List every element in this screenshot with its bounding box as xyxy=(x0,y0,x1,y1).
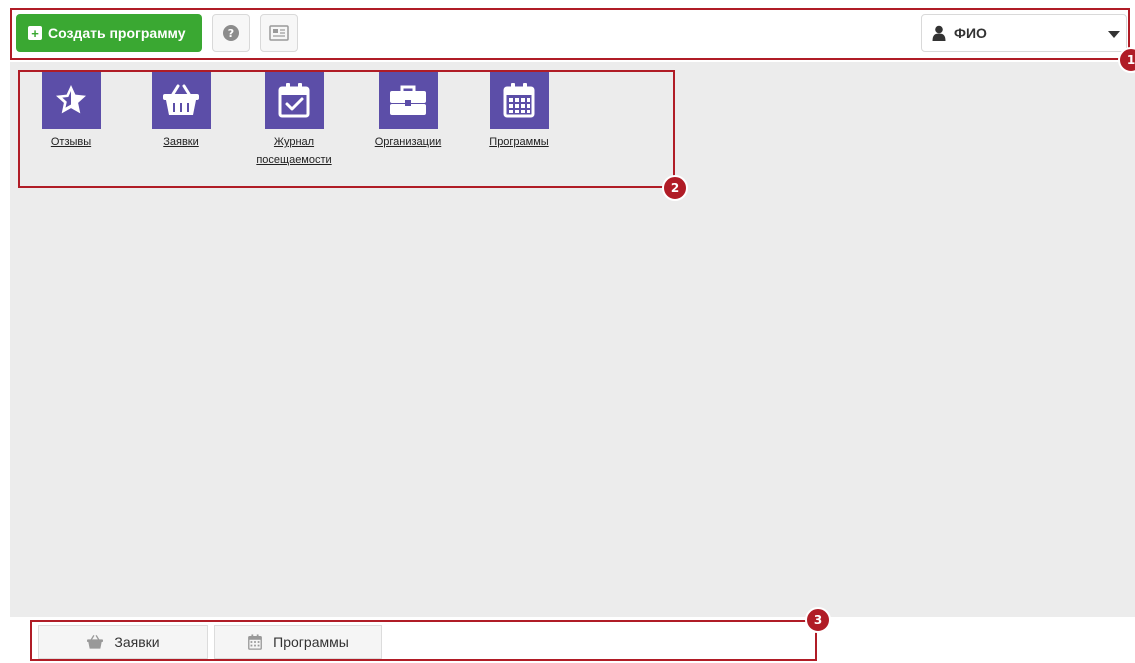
help-button[interactable]: ? xyxy=(212,14,250,52)
tile-programs-label[interactable]: Программы xyxy=(464,133,574,151)
tile-reviews[interactable]: Отзывы xyxy=(16,70,126,151)
create-program-button[interactable]: + Создать программу xyxy=(16,14,202,52)
basket-icon xyxy=(87,635,104,649)
bottom-tab-programs[interactable]: Программы xyxy=(214,625,382,659)
calendar-check-icon xyxy=(278,82,310,117)
bottom-tab-programs-label: Программы xyxy=(273,634,349,650)
create-program-label: Создать программу xyxy=(48,25,186,41)
calendar-grid-icon xyxy=(503,82,535,117)
tile-reviews-icon-box xyxy=(41,70,101,129)
tile-applications-label[interactable]: Заявки xyxy=(126,133,236,151)
calendar-grid-icon xyxy=(248,634,263,650)
briefcase-icon xyxy=(390,85,426,115)
user-name: ФИО xyxy=(954,25,987,41)
tile-organizations-icon-box xyxy=(378,70,438,129)
tile-attendance-log-icon-box xyxy=(264,70,324,129)
user-menu[interactable]: ФИО xyxy=(921,14,1127,52)
tile-attendance-log[interactable]: Журнал посещаемости xyxy=(239,70,349,169)
top-toolbar: + Создать программу ? ФИО xyxy=(10,8,1130,58)
tile-attendance-log-label[interactable]: Журнал посещаемости xyxy=(239,133,349,169)
bottom-tab-applications[interactable]: Заявки xyxy=(38,625,208,659)
tile-programs[interactable]: Программы xyxy=(464,70,574,151)
annotation-badge-2: 2 xyxy=(662,175,688,201)
workspace: Отзывы Заявки Журнал посещаемости Органи… xyxy=(10,62,1135,617)
tile-organizations[interactable]: Организации xyxy=(353,70,463,151)
annotation-badge-3: 3 xyxy=(805,607,831,633)
bottom-tab-bar: Заявки Программы xyxy=(38,625,382,659)
tile-organizations-label[interactable]: Организации xyxy=(353,133,463,151)
plus-icon: + xyxy=(28,26,42,40)
basket-icon xyxy=(163,84,199,115)
newspaper-icon xyxy=(269,25,289,41)
star-icon xyxy=(56,84,86,113)
chevron-down-icon xyxy=(1108,31,1120,38)
news-button[interactable] xyxy=(260,14,298,52)
question-icon: ? xyxy=(223,25,239,41)
user-icon xyxy=(932,25,946,41)
bottom-tab-applications-label: Заявки xyxy=(114,634,160,650)
tile-programs-icon-box xyxy=(489,70,549,129)
tile-applications[interactable]: Заявки xyxy=(126,70,236,151)
tile-applications-icon-box xyxy=(151,70,211,129)
tile-reviews-label[interactable]: Отзывы xyxy=(16,133,126,151)
